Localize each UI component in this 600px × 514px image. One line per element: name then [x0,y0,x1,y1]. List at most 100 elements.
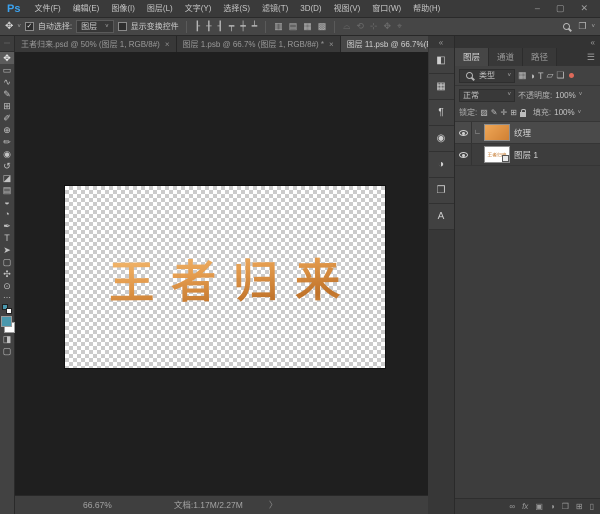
menu-item-type[interactable]: 文字(Y) [179,3,218,14]
lock-position-icon[interactable]: ✛ [501,108,508,117]
lock-transparent-pixels-icon[interactable]: ▨ [480,108,488,117]
layer-name[interactable]: 图层 1 [514,149,538,161]
tool-preset-arrow-icon[interactable]: ˅ [17,24,21,30]
tool-gradient[interactable]: ▤ [0,184,14,196]
menu-item-filter[interactable]: 滤镜(T) [256,3,294,14]
align-right-icon[interactable]: ┨ [217,21,224,32]
tool-dodge[interactable]: ◔ [0,208,14,220]
quick-mask-button[interactable]: ◨ [0,333,14,345]
swatches-panel-icon[interactable]: ▦ [429,74,454,100]
filter-smart-objects-icon[interactable]: ❏ [556,70,564,81]
tab-channels[interactable]: 通道 [489,48,523,66]
new-group-icon[interactable]: ❒ [562,503,569,511]
document-tab-3-active[interactable]: 图层 11.psb @ 66.7%(RGB/8#) * × [341,36,428,52]
filter-type-dropdown[interactable]: 类型 ˅ [459,69,515,83]
tool-eraser[interactable]: ◪ [0,172,14,184]
zoom-level-field[interactable]: 66.67% [83,500,112,510]
close-icon[interactable]: ✕ [580,3,588,14]
tool-rectangle[interactable]: ▢ [0,256,14,268]
document-canvas[interactable]: 王者归来 [65,186,385,368]
maximize-icon[interactable]: ▢ [556,3,565,14]
panel-menu-icon[interactable]: ☰ [587,52,600,63]
align-bottom-icon[interactable]: ┷ [251,21,258,32]
tool-marquee[interactable]: ▭ [0,64,14,76]
show-transform-checkbox[interactable] [118,22,127,31]
align-top-icon[interactable]: ┯ [228,21,235,32]
tab-paths[interactable]: 路径 [523,48,557,66]
toolbar-collapse-handle[interactable]: ⋯ [0,36,14,52]
character-panel-icon[interactable]: A [429,204,454,230]
layer-mask-icon[interactable]: ▣ [535,503,543,511]
chevron-down-icon[interactable]: ˅ [578,110,582,116]
visibility-cell[interactable] [455,144,472,165]
search-icon[interactable] [563,23,570,30]
distribute-v-icon[interactable]: ▤ [288,21,299,32]
panel-collapse-icon[interactable]: « [455,36,600,48]
align-hcenter-icon[interactable]: ╂ [205,21,212,32]
tool-eyedropper[interactable]: ✐ [0,112,14,124]
menu-item-image[interactable]: 图像(I) [105,3,141,14]
color-panel-icon[interactable]: ◧ [429,48,454,74]
lock-artboard-icon[interactable]: ⊞ [510,108,517,117]
paragraph-panel-icon[interactable]: ¶ [429,100,454,126]
tool-lasso[interactable]: ∿ [0,76,14,88]
align-left-icon[interactable]: ┠ [194,21,201,32]
close-icon[interactable]: × [165,40,170,49]
layer-row-layer1[interactable]: 王者归来 图层 1 [455,144,600,166]
tool-hand[interactable]: ✣ [0,268,14,280]
layer-thumbnail[interactable] [485,125,509,140]
close-icon[interactable]: × [329,40,334,49]
tool-type[interactable]: T [0,232,14,244]
distribute-h-icon[interactable]: ▥ [273,21,284,32]
tool-crop[interactable]: ⊞ [0,100,14,112]
dock-collapse-icon[interactable]: « [428,36,454,48]
menu-item-file[interactable]: 文件(F) [28,3,66,14]
edit-toolbar-icon[interactable]: ⋯ [3,292,11,302]
filter-toggle-icon[interactable] [569,73,574,78]
filter-pixel-layers-icon[interactable]: ▦ [518,70,527,81]
tool-history-brush[interactable]: ↺ [0,160,14,172]
menu-item-layer[interactable]: 图层(L) [141,3,179,14]
opacity-value[interactable]: 100% [555,91,575,100]
menu-item-view[interactable]: 视图(V) [328,3,367,14]
layer-style-icon[interactable]: fx [522,502,528,511]
filter-adjustment-layers-icon[interactable]: ◑ [530,71,535,81]
tool-blur[interactable]: ◒ [0,196,14,208]
tab-layers[interactable]: 图层 [455,48,489,66]
auto-select-checkbox[interactable]: ✓ [25,22,34,31]
document-tab-1[interactable]: 王者归来.psd @ 50% (图层 1, RGB/8#) × [15,36,177,52]
visibility-cell[interactable] [455,122,472,143]
auto-select-dropdown[interactable]: 图层 ˅ [76,20,114,33]
tool-pen[interactable]: ✒ [0,220,14,232]
adjustments-panel-icon[interactable]: ◉ [429,126,454,152]
menu-item-edit[interactable]: 编辑(E) [67,3,106,14]
blend-mode-dropdown[interactable]: 正常 ˅ [459,89,515,102]
tool-quick-selection[interactable]: ✎ [0,88,14,100]
minimize-icon[interactable]: – [535,3,540,14]
layer-name[interactable]: 纹理 [514,127,531,139]
delete-layer-icon[interactable]: ▯ [590,503,594,511]
chevron-down-icon[interactable]: ˅ [579,92,583,98]
foreground-color-swatch[interactable] [1,316,12,327]
tool-move[interactable]: ✥ [0,52,14,64]
workspace-icon[interactable]: ❐ [577,21,587,32]
status-options-arrow-icon[interactable]: 〉 [269,499,278,511]
menu-item-select[interactable]: 选择(S) [217,3,256,14]
document-tab-2[interactable]: 图层 1.psb @ 66.7% (图层 1, RGB/8#) * × [177,36,341,52]
screen-mode-button[interactable]: ▢ [0,345,14,357]
menu-item-3d[interactable]: 3D(D) [294,4,327,13]
link-layers-icon[interactable]: ∞ [509,503,515,511]
filter-type-layers-icon[interactable]: T [538,71,544,81]
tool-brush[interactable]: ✏ [0,136,14,148]
tool-zoom[interactable]: ⊙ [0,280,14,292]
new-layer-icon[interactable]: ⊞ [576,503,583,511]
styles-panel-icon[interactable]: ◑ [429,152,454,178]
filter-shape-layers-icon[interactable]: ▱ [546,70,553,81]
layer-row-texture[interactable]: ∟ 纹理 [455,122,600,144]
adjustment-layer-icon[interactable]: ◑ [550,503,555,511]
menu-item-help[interactable]: 帮助(H) [407,3,446,14]
lock-all-icon[interactable] [520,112,526,117]
auto-align-icon[interactable]: ▩ [317,21,328,32]
distribute-space-icon[interactable]: ▦ [302,21,313,32]
tool-path-selection[interactable]: ➤ [0,244,14,256]
